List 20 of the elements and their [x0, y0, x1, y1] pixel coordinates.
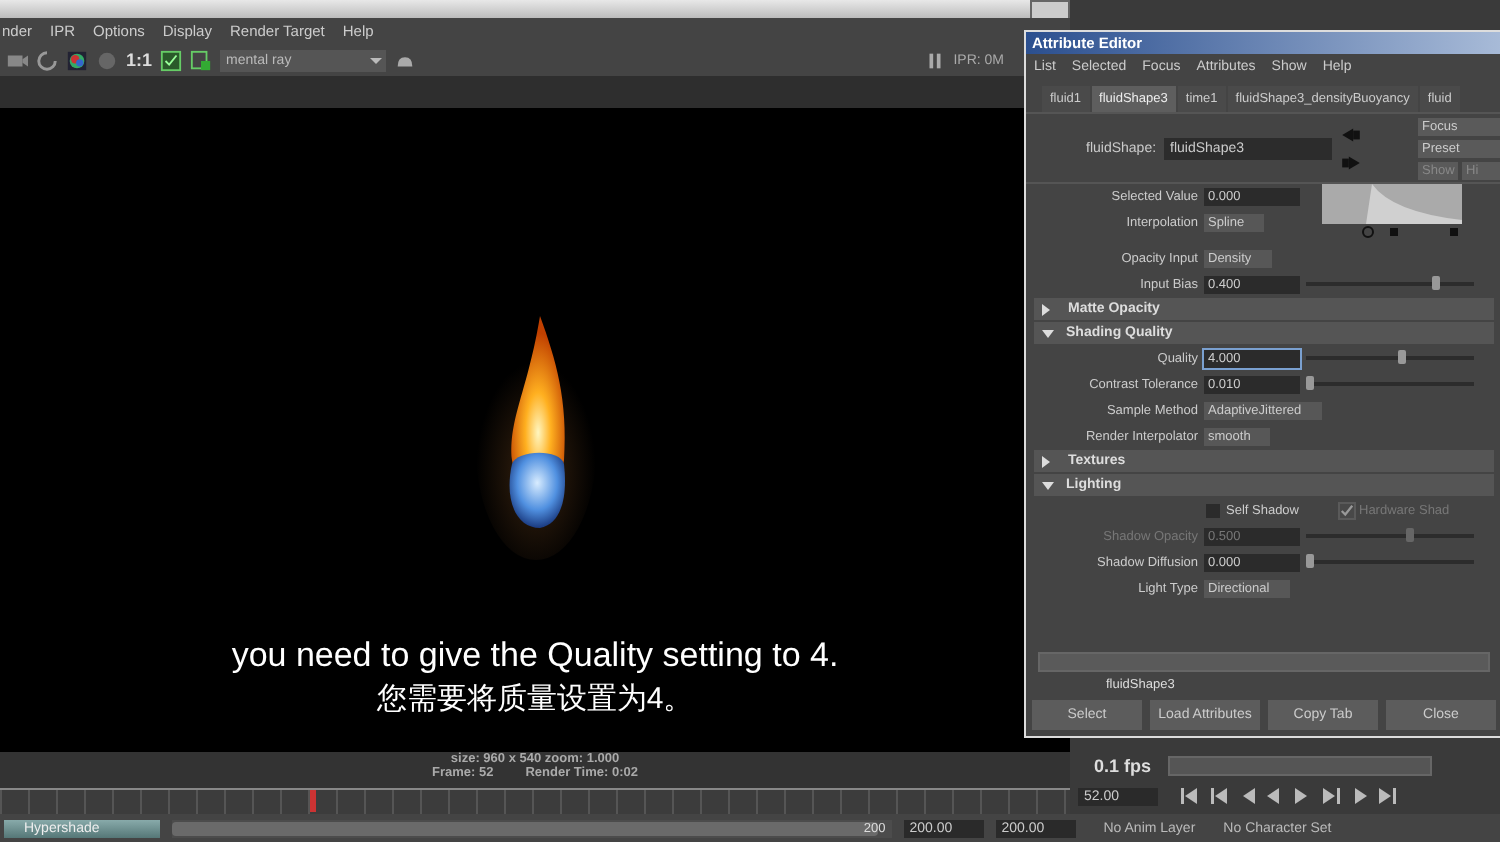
horizontal-scrollbar[interactable]	[1038, 652, 1490, 672]
slider-handle[interactable]	[1432, 276, 1440, 290]
sphere-icon[interactable]	[96, 49, 118, 71]
ratio-button[interactable]: 1:1	[126, 50, 153, 70]
subtitle: you need to give the Quality setting to 4.	[231, 636, 839, 676]
refresh-icon[interactable]	[36, 49, 58, 71]
scrollbar[interactable]	[1167, 756, 1432, 776]
slider-handle[interactable]	[1306, 376, 1314, 390]
current-time-marker[interactable]	[310, 790, 317, 812]
slider-handle[interactable]	[1306, 554, 1314, 568]
color-wheel-icon[interactable]	[66, 49, 88, 71]
input-connection-icon[interactable]	[1340, 123, 1363, 145]
window-controls-icon[interactable]	[1030, 0, 1070, 20]
checkbox[interactable]	[1206, 503, 1220, 517]
subtitle: 您需要将质量设置为4。	[376, 680, 694, 718]
slider-handle[interactable]	[1398, 350, 1407, 364]
output-connection-icon[interactable]	[1340, 151, 1363, 173]
fps-label: 0.1 fps	[1094, 756, 1152, 776]
time-slider[interactable]	[0, 788, 1070, 814]
region-icon[interactable]	[190, 49, 213, 71]
